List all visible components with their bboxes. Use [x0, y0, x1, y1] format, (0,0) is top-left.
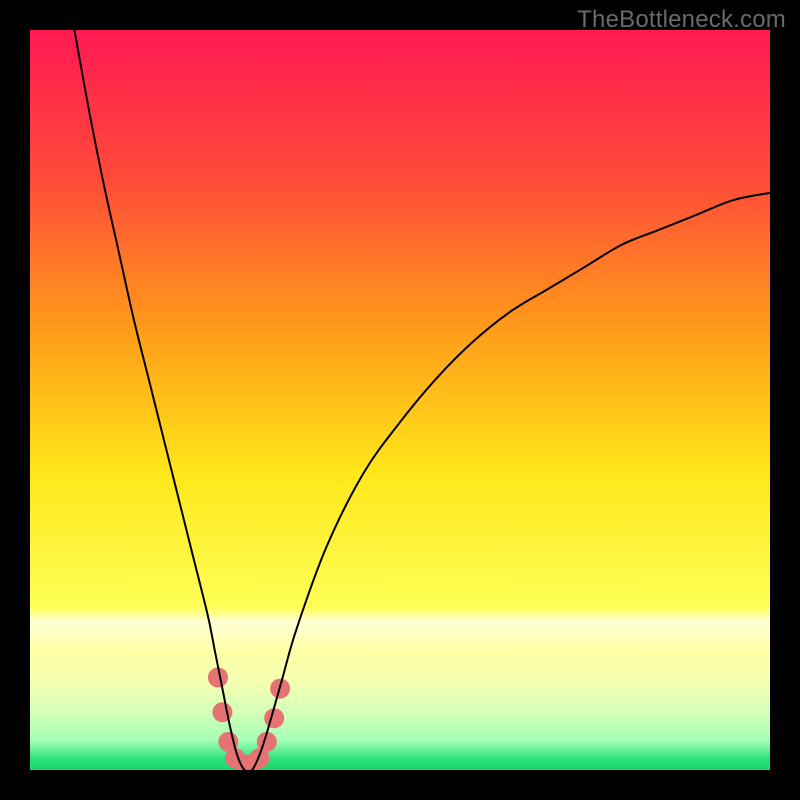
- optimal-marker: [264, 708, 284, 728]
- chart-svg: [30, 30, 770, 770]
- chart-background: [30, 30, 770, 770]
- chart-stage: TheBottleneck.com: [0, 0, 800, 800]
- watermark-text: TheBottleneck.com: [577, 6, 786, 34]
- plot-area: [30, 30, 770, 770]
